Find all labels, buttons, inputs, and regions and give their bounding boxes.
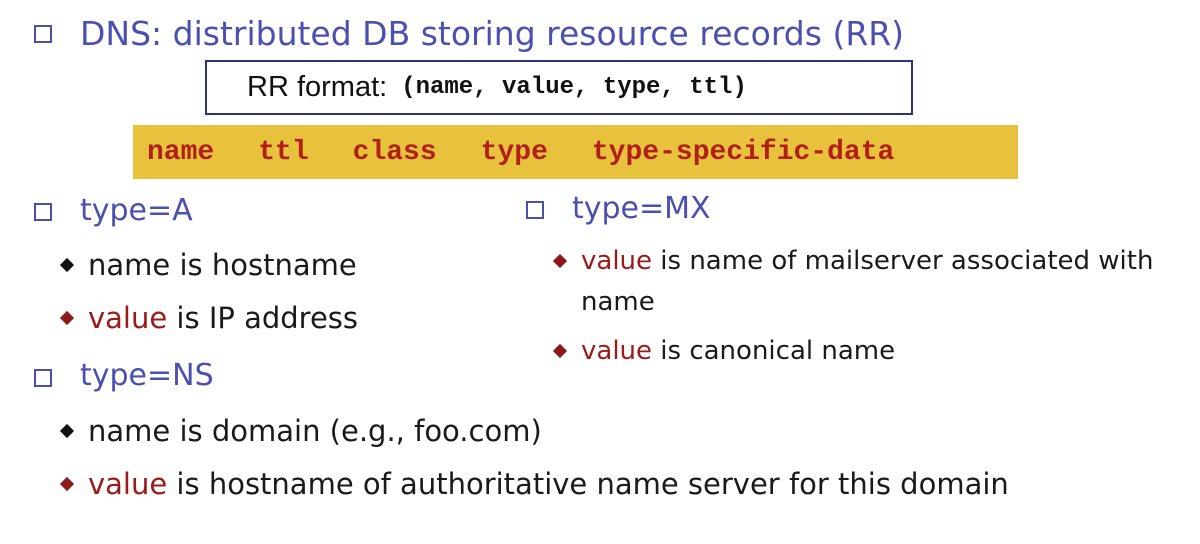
square-bullet-icon — [34, 25, 52, 43]
record-field-bar: name ttl class type type-specific-data — [133, 125, 1018, 179]
type-ns-bullet-2: value is hostname of authoritative name … — [88, 466, 1009, 502]
type-mx-bullet-2-text: is canonical name — [652, 336, 896, 366]
square-bullet-icon — [34, 203, 52, 221]
field-type-specific-data: type-specific-data — [591, 136, 895, 168]
diamond-bullet-icon — [59, 423, 75, 439]
type-ns-bullet-2-text: is hostname of authoritative name server… — [167, 467, 1009, 501]
diamond-bullet-icon — [59, 310, 75, 326]
field-ttl: ttl — [258, 136, 309, 168]
type-mx-bullet-2: value is canonical name — [581, 334, 895, 368]
type-a-bullet-2-text: is IP address — [167, 301, 359, 335]
type-ns-bullet-1-text: name is domain (e.g., foo.com) — [88, 414, 542, 448]
type-ns-bullet-1: name is domain (e.g., foo.com) — [88, 413, 542, 449]
type-mx-bullet-2-keyword: value — [581, 336, 653, 366]
diamond-bullet-icon — [552, 253, 568, 269]
field-name: name — [147, 136, 215, 168]
field-type: type — [480, 136, 548, 168]
type-mx-bullet-1-keyword: value — [581, 246, 653, 276]
slide: DNS: distributed DB storing resource rec… — [0, 0, 1200, 544]
type-a-bullet-1-text: name is hostname — [88, 248, 357, 282]
diamond-bullet-icon — [59, 257, 75, 273]
field-class: class — [352, 136, 437, 168]
rr-format-label: RR format: — [247, 71, 388, 103]
slide-heading: DNS: distributed DB storing resource rec… — [80, 14, 905, 53]
type-a-bullet-2-keyword: value — [88, 301, 168, 335]
type-a-title: type=A — [80, 193, 193, 228]
rr-format-fields: (name, value, type, ttl) — [401, 74, 747, 101]
square-bullet-icon — [526, 201, 544, 219]
type-ns-title: type=NS — [80, 358, 214, 393]
type-mx-bullet-1-continuation: name — [581, 287, 655, 317]
type-mx-bullet-1: value is name of mailserver associated w… — [581, 244, 1153, 278]
type-ns-bullet-2-keyword: value — [88, 467, 168, 501]
square-bullet-icon — [34, 369, 52, 387]
type-mx-title: type=MX — [572, 191, 711, 226]
diamond-bullet-icon — [59, 476, 75, 492]
rr-format-box: RR format: (name, value, type, ttl) — [205, 60, 913, 115]
type-mx-bullet-1-text: is name of mailserver associated with — [652, 246, 1154, 276]
type-a-bullet-2: value is IP address — [88, 300, 358, 336]
type-a-bullet-1: name is hostname — [88, 247, 357, 283]
diamond-bullet-icon — [552, 343, 568, 359]
